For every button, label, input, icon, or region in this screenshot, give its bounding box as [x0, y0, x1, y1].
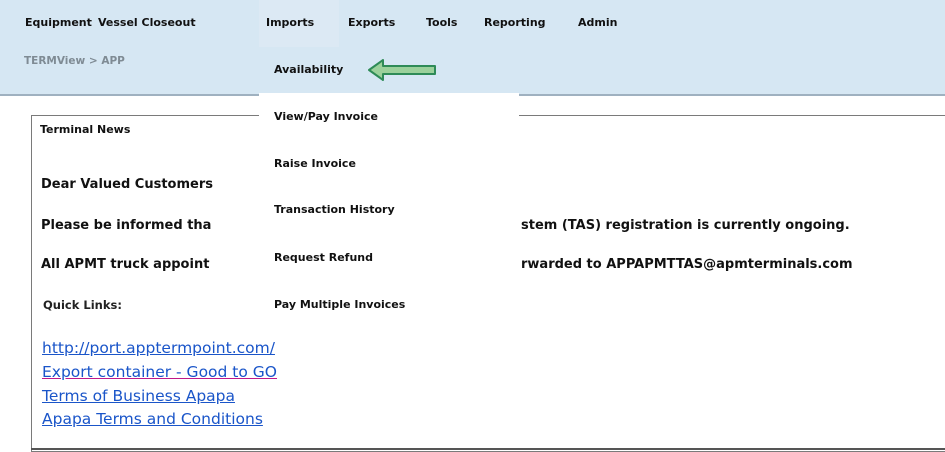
link-terms-of-business[interactable]: Terms of Business Apapa — [42, 386, 235, 406]
link-export-container[interactable]: Export container - Good to GO — [42, 362, 277, 382]
news-line-2-start: All APMT truck appoint — [41, 257, 210, 272]
link-terms-and-conditions[interactable]: Apapa Terms and Conditions — [42, 409, 263, 429]
terminal-news-title: Terminal News — [40, 121, 135, 139]
dropdown-item-pay-multiple-invoices[interactable]: Pay Multiple Invoices — [274, 296, 405, 314]
bottom-divider — [31, 448, 945, 450]
menu-admin[interactable]: Admin — [578, 14, 617, 32]
menu-exports[interactable]: Exports — [348, 14, 395, 32]
menu-tools[interactable]: Tools — [426, 14, 457, 32]
news-greeting: Dear Valued Customers — [41, 177, 213, 192]
breadcrumb[interactable]: TERMView > APP — [24, 52, 125, 70]
menu-reporting[interactable]: Reporting — [484, 14, 546, 32]
menu-equipment[interactable]: Equipment — [25, 14, 92, 32]
dropdown-item-raise-invoice[interactable]: Raise Invoice — [274, 155, 356, 173]
dropdown-item-view-pay-invoice[interactable]: View/Pay Invoice — [274, 108, 378, 126]
quick-links-label: Quick Links: — [43, 298, 122, 312]
dropdown-item-transaction-history[interactable]: Transaction History — [274, 201, 395, 219]
news-line-2-end: rwarded to APPAPMTTAS@apmterminals.com — [521, 257, 853, 272]
news-line-1-start: Please be informed tha — [41, 218, 212, 233]
top-menu: Equipment Vessel Closeout Imports Export… — [0, 0, 945, 47]
menu-vessel-closeout[interactable]: Vessel Closeout — [98, 14, 196, 32]
menu-imports[interactable]: Imports — [266, 14, 314, 32]
arrow-left-icon — [368, 59, 436, 81]
link-port-apptermpoint[interactable]: http://port.apptermpoint.com/ — [42, 338, 275, 358]
dropdown-item-availability[interactable]: Availability — [274, 61, 343, 79]
dropdown-item-request-refund[interactable]: Request Refund — [274, 249, 373, 267]
news-line-1-end: stem (TAS) registration is currently ong… — [521, 218, 850, 233]
